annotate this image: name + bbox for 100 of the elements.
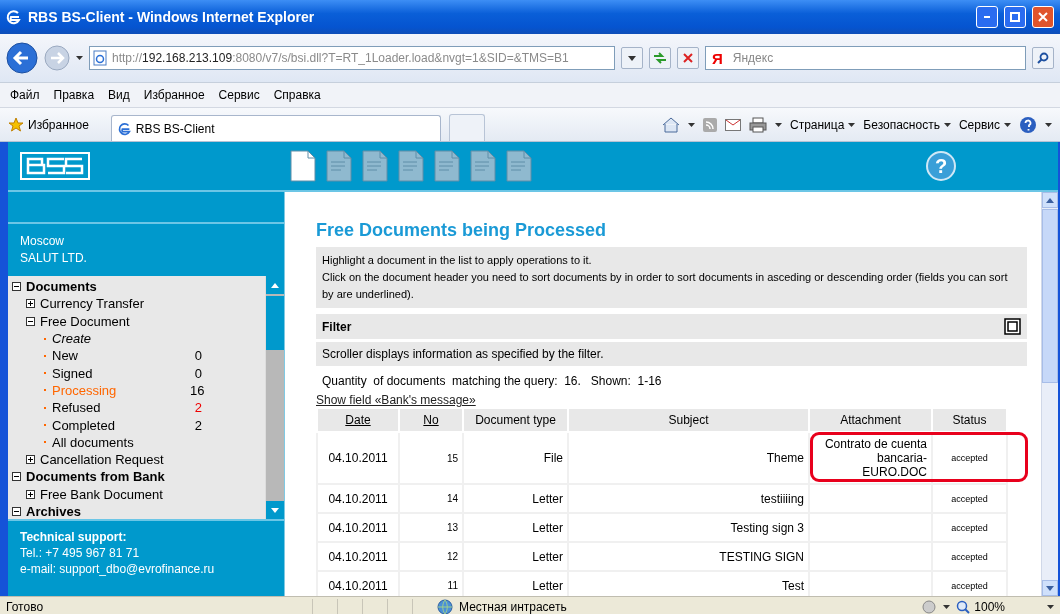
table-cell: accepted [932,484,1007,513]
browser-logo-icon [6,9,22,25]
close-icon [1038,12,1048,22]
menu-item[interactable]: Избранное [143,88,205,102]
company-label: SALUT LTD. [20,250,88,267]
table-cell: Letter [463,484,568,513]
dropdown-icon[interactable] [1045,122,1052,127]
scrollbar[interactable] [265,276,284,519]
column-header[interactable]: No [399,408,463,432]
tree-item[interactable]: Signed [52,365,190,381]
column-header: Status [932,408,1007,432]
scrollbar[interactable] [1041,192,1058,596]
table-row[interactable]: 04.10.2011 15 File Theme Contrato de cuenta bancaria-EURO.DOC accepted [317,432,1007,484]
dropdown-icon[interactable] [76,56,83,60]
scroll-up-icon[interactable] [271,282,279,288]
table-cell: 14 [399,484,463,513]
table-row[interactable]: 04.10.2011 12 Letter TESTING SIGN accepted [317,542,1007,571]
menu-item[interactable]: Вид [108,88,130,102]
table-cell: accepted [932,542,1007,571]
dropdown-icon[interactable] [687,122,695,127]
back-button[interactable] [6,42,38,74]
minimize-button[interactable] [976,6,998,28]
expand-icon[interactable] [26,489,35,499]
address-dropdown-button[interactable] [621,47,643,69]
search-box[interactable]: Я Яндекс [705,46,1026,70]
zoom-button[interactable]: 100% [956,600,1005,614]
status-text: Готово [6,600,45,614]
tree-item[interactable]: Documents [26,279,97,295]
quantity-text: Quantity of documents matching the query: 16. Shown: 1-16 [322,374,663,388]
tree-item[interactable]: New [52,348,190,364]
table-cell: Letter [463,513,568,542]
tree-item[interactable]: All documents [52,434,190,450]
mail-icon[interactable] [724,118,741,131]
item-count: 2 [193,417,202,433]
search-button[interactable] [1032,47,1054,69]
toolbar-menu[interactable]: Страница [789,117,856,132]
collapse-icon[interactable] [12,472,21,482]
column-header[interactable]: Date [317,408,399,432]
expand-filter-icon[interactable] [1004,318,1021,335]
collapse-icon[interactable] [12,507,21,516]
menu-item[interactable]: Справка [273,88,321,102]
scrollbar-thumb[interactable] [1042,209,1058,383]
address-field[interactable]: http://192.168.213.109:8080/v7/s/bsi.dll?T=RT_1Loader.load&nvgt=1&SID=&TMS=B1 [89,46,615,70]
dropdown-icon[interactable] [943,605,951,609]
dropdown-icon[interactable] [1047,605,1054,609]
table-cell: TESTING SIGN [568,542,809,571]
table-cell: 12 [399,542,463,571]
collapse-icon[interactable] [26,316,35,326]
document-icon[interactable] [290,150,316,182]
tree-item[interactable]: Completed [52,417,190,433]
caret-icon [943,122,951,127]
favorites-button[interactable]: Избранное [8,116,89,133]
table-cell: 13 [399,513,463,542]
table-row[interactable]: 04.10.2011 14 Letter testiiiing accepted [317,484,1007,513]
tree-item[interactable]: Free Bank Document [40,486,163,502]
item-count: 2 [193,400,202,416]
table-row[interactable]: 04.10.2011 13 Letter Testing sign 3 accepted [317,513,1007,542]
tree-item[interactable]: Create [52,331,190,347]
toolbar-menu[interactable]: Сервис [958,117,1011,132]
refresh-button[interactable] [649,47,671,69]
stop-button[interactable] [677,47,699,69]
toolbar-menu[interactable]: Безопасность [863,117,951,132]
tree-item[interactable]: Free Document [40,313,130,329]
tree-item[interactable]: Documents from Bank [26,469,165,485]
expand-icon[interactable] [26,299,35,309]
printer-icon[interactable] [748,116,767,133]
maximize-button[interactable] [1004,6,1026,28]
menu-item[interactable]: Файл [10,88,40,102]
tree-item[interactable]: Archives [26,504,81,519]
menu-item[interactable]: Правка [53,88,95,102]
close-button[interactable] [1032,6,1054,28]
scroll-down-icon[interactable] [1046,585,1054,591]
dropdown-icon[interactable] [774,122,782,127]
minimize-icon [984,16,990,18]
maximize-icon [1010,12,1020,22]
browser-tab[interactable]: RBS BS-Client [110,115,441,141]
expand-icon[interactable] [26,455,35,465]
zoom-icon [956,600,971,614]
logo [20,152,90,180]
support-title: Technical support: [20,529,128,545]
caret-icon [1004,122,1011,127]
table-cell: Theme [568,432,809,484]
filter-title: Filter [322,319,352,334]
tree-item[interactable]: Currency Transfer [40,296,145,312]
zone-text: Местная интрасеть [459,600,568,614]
table-cell: accepted [932,513,1007,542]
browser-logo-icon [117,121,132,136]
page-icon [92,50,108,66]
collapse-icon[interactable] [12,282,21,292]
help-icon[interactable] [1019,115,1037,134]
scroll-up-icon[interactable] [1046,197,1054,203]
scroll-down-icon[interactable] [271,507,279,513]
tree-item[interactable]: Cancellation Request [40,452,164,468]
scrollbar-thumb[interactable] [266,296,284,350]
table-cell: Letter [463,542,568,571]
stop-icon [683,53,693,63]
home-icon[interactable] [661,116,680,133]
tree-item[interactable]: Refused [52,400,190,416]
menu-item[interactable]: Сервис [218,88,260,102]
show-field-link[interactable]: Show field «Bank's message» [316,393,476,407]
